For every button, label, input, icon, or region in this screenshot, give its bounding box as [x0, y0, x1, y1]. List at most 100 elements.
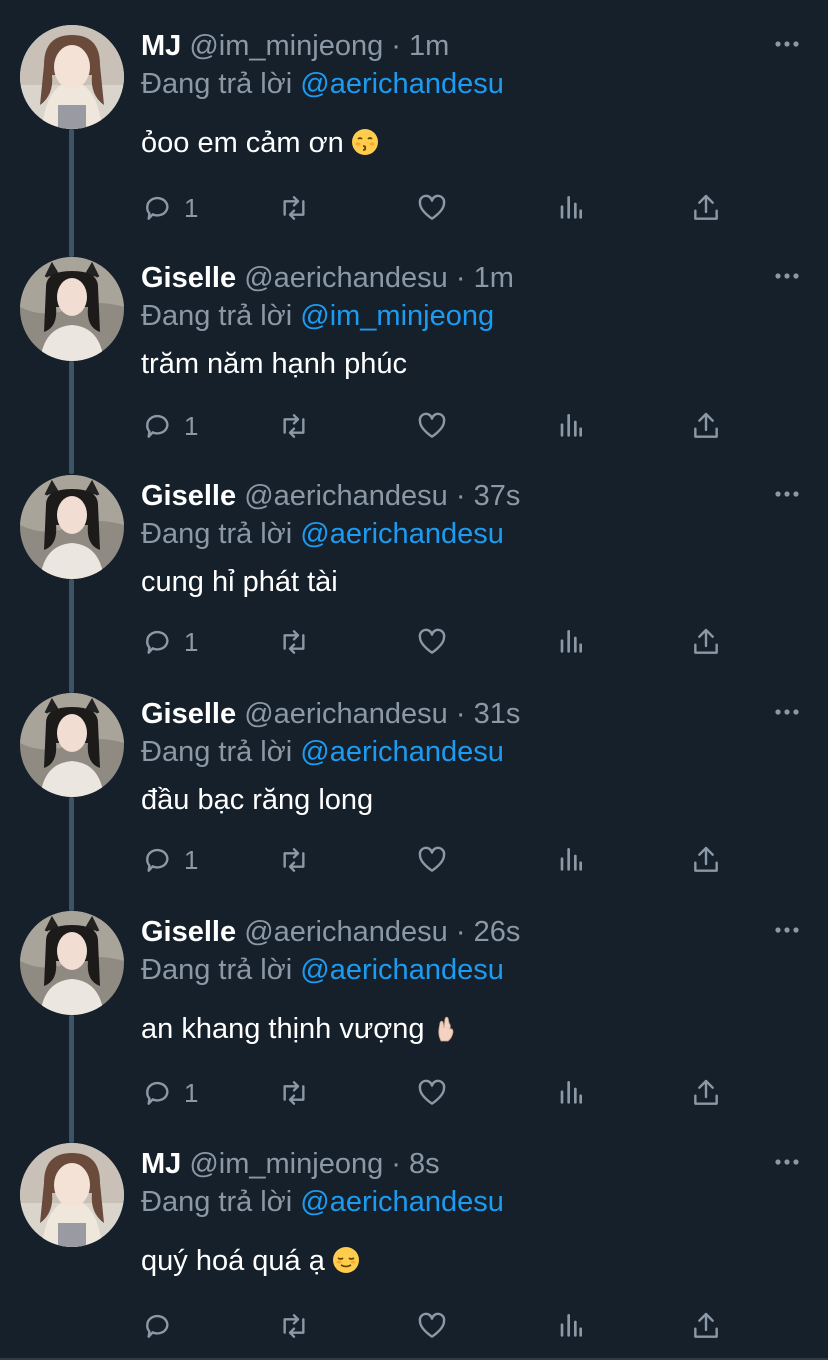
- heart-icon: [418, 1079, 446, 1105]
- separator-dot: ·: [455, 262, 466, 294]
- reply-button[interactable]: [142, 1309, 184, 1343]
- like-button[interactable]: [416, 625, 448, 659]
- reply-mention-link[interactable]: @aerichandesu: [300, 68, 504, 100]
- share-button[interactable]: [690, 191, 722, 225]
- author-name[interactable]: Giselle: [141, 916, 236, 948]
- reply-thread: MJ @im_minjeong · 1m Đang trả lời @aeric…: [0, 0, 828, 1360]
- replying-to: Đang trả lời @aerichandesu: [141, 733, 504, 771]
- tweet[interactable]: Giselle @aerichandesu · 26s Đang trả lời…: [0, 911, 828, 1143]
- share-button[interactable]: [690, 843, 722, 877]
- author-handle[interactable]: @im_minjeong: [189, 30, 383, 62]
- tweet-text-content: cung hỉ phát tài: [141, 566, 338, 598]
- crossed-fingers-heart-emoji-icon: [431, 1013, 461, 1043]
- avatar-giselle[interactable]: [20, 911, 124, 1015]
- share-button[interactable]: [690, 1076, 722, 1110]
- author-handle[interactable]: @aerichandesu: [244, 916, 448, 948]
- author-handle[interactable]: @aerichandesu: [244, 262, 448, 294]
- replying-to-label: Đang trả lời: [141, 954, 293, 986]
- retweet-icon: [283, 414, 305, 438]
- share-button[interactable]: [690, 1309, 722, 1343]
- more-options-icon[interactable]: [774, 917, 800, 943]
- like-button[interactable]: [416, 191, 448, 225]
- reply-button[interactable]: 1: [142, 625, 198, 659]
- replying-to: Đang trả lời @im_minjeong: [141, 297, 494, 335]
- like-button[interactable]: [416, 1076, 448, 1110]
- view-stats-button[interactable]: [554, 1076, 586, 1110]
- retweet-button[interactable]: [278, 1076, 310, 1110]
- retweet-button[interactable]: [278, 843, 310, 877]
- author-handle[interactable]: @im_minjeong: [189, 1148, 383, 1180]
- author-name[interactable]: MJ: [141, 1148, 181, 1180]
- timestamp[interactable]: 8s: [409, 1148, 440, 1180]
- avatar-giselle[interactable]: [20, 257, 124, 361]
- reply-button[interactable]: 1: [142, 843, 198, 877]
- reply-button[interactable]: 1: [142, 409, 198, 443]
- tweet-text-content: đầu bạc răng long: [141, 784, 374, 816]
- replying-to: Đang trả lời @aerichandesu: [141, 951, 504, 989]
- avatar-giselle[interactable]: [20, 693, 124, 797]
- share-button[interactable]: [690, 625, 722, 659]
- tweet[interactable]: MJ @im_minjeong · 8s Đang trả lời @aeric…: [0, 1143, 828, 1360]
- timestamp[interactable]: 26s: [474, 916, 521, 948]
- author-handle[interactable]: @aerichandesu: [244, 480, 448, 512]
- reply-count: 1: [184, 410, 199, 441]
- separator-dot: ·: [455, 916, 466, 948]
- tweet[interactable]: Giselle @aerichandesu · 1m Đang trả lời …: [0, 257, 828, 474]
- replying-to-label: Đang trả lời: [141, 736, 293, 768]
- retweet-button[interactable]: [278, 1309, 310, 1343]
- view-stats-button[interactable]: [554, 409, 586, 443]
- share-icon: [694, 1312, 718, 1338]
- tweet-header: MJ @im_minjeong · 8s: [141, 1145, 440, 1183]
- more-options-icon[interactable]: [774, 31, 800, 57]
- separator-dot: ·: [455, 480, 466, 512]
- tweet-text: an khang thịnh vượng: [141, 1010, 461, 1048]
- reply-mention-link[interactable]: @aerichandesu: [300, 518, 504, 550]
- share-button[interactable]: [690, 409, 722, 443]
- view-stats-button[interactable]: [554, 191, 586, 225]
- timestamp[interactable]: 37s: [474, 480, 521, 512]
- timestamp[interactable]: 1m: [409, 30, 449, 62]
- author-name[interactable]: MJ: [141, 30, 181, 62]
- replying-to: Đang trả lời @aerichandesu: [141, 1183, 504, 1221]
- replying-to-label: Đang trả lời: [141, 1186, 293, 1218]
- author-name[interactable]: Giselle: [141, 480, 236, 512]
- reply-mention-link[interactable]: @aerichandesu: [300, 736, 504, 768]
- avatar-mj[interactable]: [20, 25, 124, 129]
- like-button[interactable]: [416, 409, 448, 443]
- replying-to: Đang trả lời @aerichandesu: [141, 515, 504, 553]
- author-name[interactable]: Giselle: [141, 698, 236, 730]
- reply-button[interactable]: 1: [142, 1076, 198, 1110]
- tweet[interactable]: MJ @im_minjeong · 1m Đang trả lời @aeric…: [0, 25, 828, 257]
- avatar-mj[interactable]: [20, 1143, 124, 1247]
- view-stats-button[interactable]: [554, 843, 586, 877]
- reply-icon: [146, 848, 169, 872]
- reply-button[interactable]: 1: [142, 191, 198, 225]
- view-stats-button[interactable]: [554, 1309, 586, 1343]
- timestamp[interactable]: 1m: [474, 262, 514, 294]
- author-handle[interactable]: @aerichandesu: [244, 698, 448, 730]
- reply-icon: [146, 630, 169, 654]
- timestamp[interactable]: 31s: [474, 698, 521, 730]
- more-options-icon[interactable]: [774, 263, 800, 289]
- reply-mention-link[interactable]: @im_minjeong: [300, 300, 494, 332]
- bar-chart-icon: [560, 1314, 582, 1337]
- reply-count: 1: [184, 192, 199, 223]
- view-stats-button[interactable]: [554, 625, 586, 659]
- retweet-button[interactable]: [278, 191, 310, 225]
- more-options-icon[interactable]: [774, 481, 800, 507]
- tweet[interactable]: Giselle @aerichandesu · 31s Đang trả lời…: [0, 693, 828, 911]
- avatar-giselle[interactable]: [20, 475, 124, 579]
- more-options-icon[interactable]: [774, 1149, 800, 1175]
- reply-mention-link[interactable]: @aerichandesu: [300, 1186, 504, 1218]
- retweet-button[interactable]: [278, 409, 310, 443]
- like-button[interactable]: [416, 1309, 448, 1343]
- heart-icon: [418, 846, 446, 872]
- reply-mention-link[interactable]: @aerichandesu: [300, 954, 504, 986]
- tweet[interactable]: Giselle @aerichandesu · 37s Đang trả lời…: [0, 475, 828, 693]
- retweet-button[interactable]: [278, 625, 310, 659]
- share-icon: [694, 846, 718, 872]
- tweet-header: Giselle @aerichandesu · 37s: [141, 477, 520, 515]
- author-name[interactable]: Giselle: [141, 262, 236, 294]
- more-options-icon[interactable]: [774, 699, 800, 725]
- like-button[interactable]: [416, 843, 448, 877]
